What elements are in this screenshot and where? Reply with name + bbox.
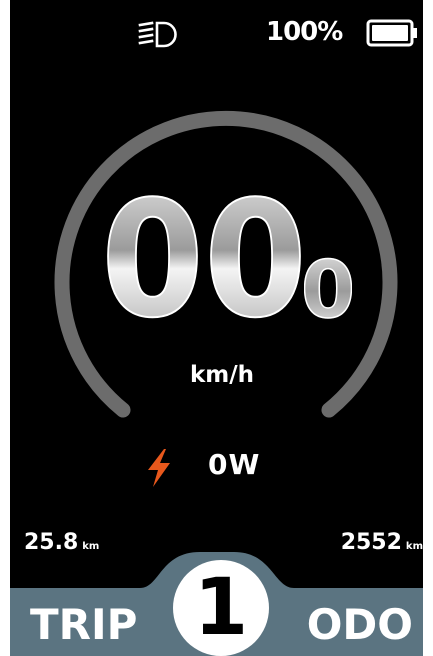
bottom-mode-bar [10, 552, 423, 656]
trip-mode-button[interactable]: TRIP [30, 601, 137, 649]
assist-level-number: 1 [193, 563, 249, 653]
display-screen: 100% 00 0 km/h 0W 25.8 km 2552 km TRIP O… [10, 0, 423, 656]
odo-mode-button[interactable]: ODO [307, 601, 413, 649]
